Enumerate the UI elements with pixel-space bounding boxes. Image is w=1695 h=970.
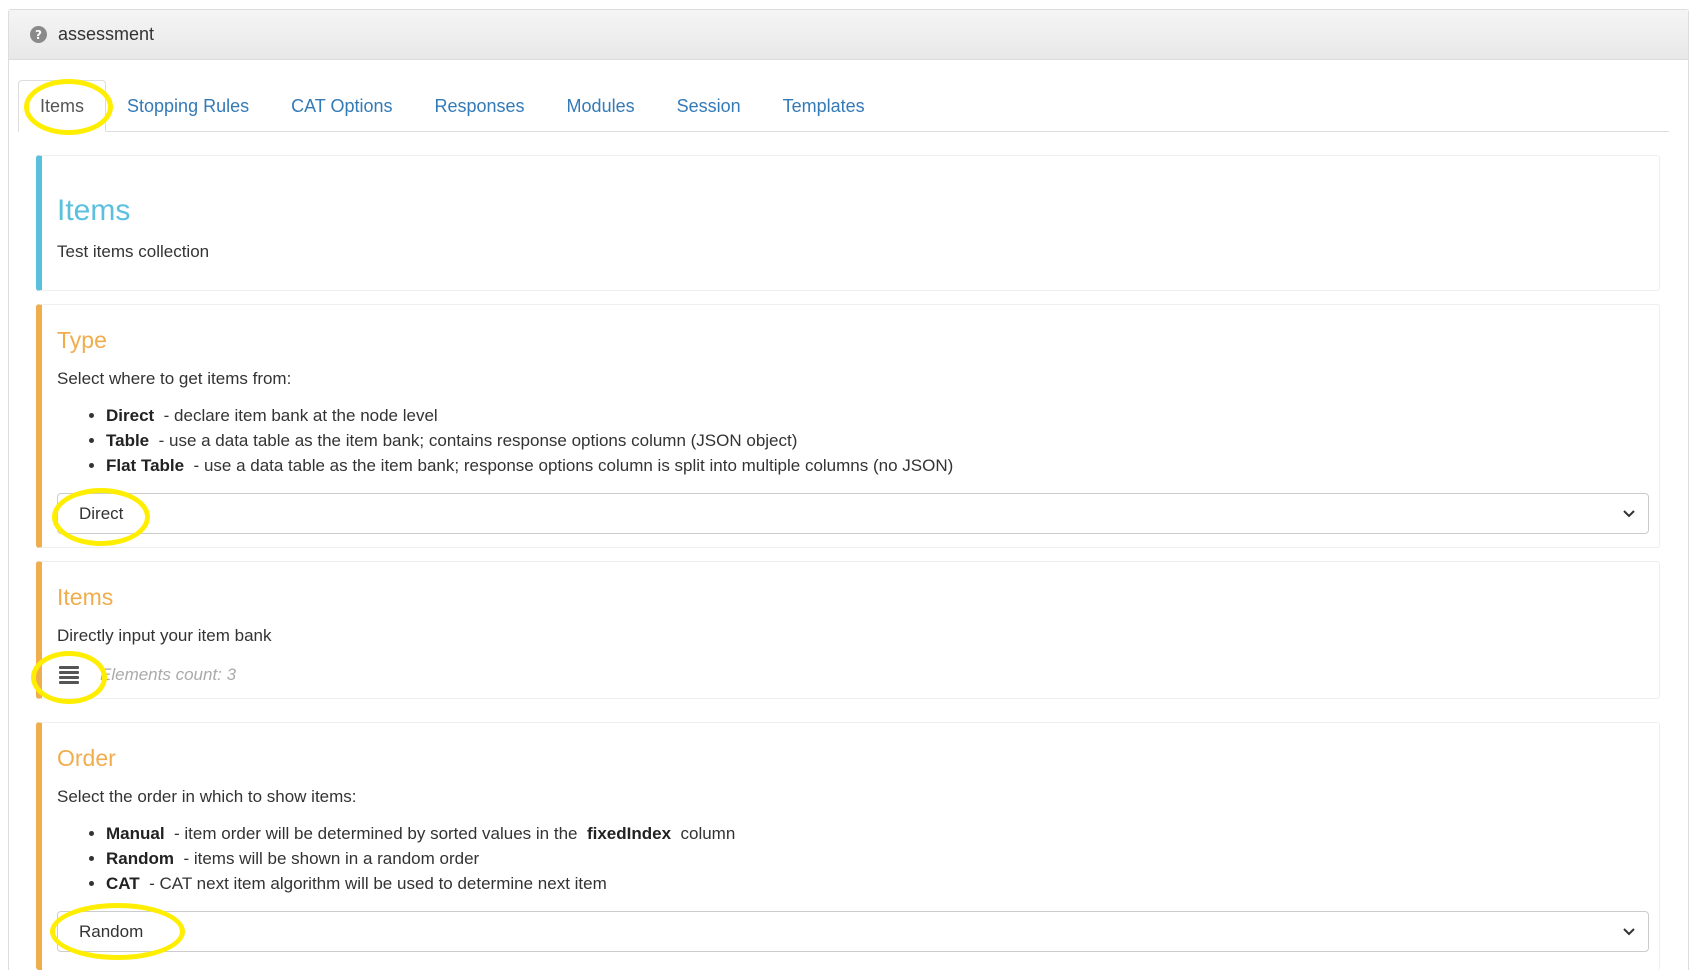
list-item: Flat Table - use a data table as the ite… bbox=[106, 453, 953, 478]
tab-modules[interactable]: Modules bbox=[546, 80, 656, 132]
order-description: Select the order in which to show items: bbox=[57, 787, 357, 806]
tab-stopping-rules[interactable]: Stopping Rules bbox=[106, 80, 270, 132]
option-name: Table bbox=[106, 431, 150, 450]
type-select-value: Direct bbox=[79, 503, 124, 523]
elements-count: Elements count: 3 bbox=[100, 665, 237, 684]
tab-session[interactable]: Session bbox=[656, 80, 762, 132]
type-card: Type Select where to get items from: Dir… bbox=[36, 304, 1660, 548]
option-name: Direct bbox=[106, 406, 155, 425]
order-select-value: Random bbox=[79, 921, 144, 941]
chevron-down-icon bbox=[1623, 510, 1635, 518]
chevron-down-icon bbox=[1623, 928, 1635, 936]
option-name: Random bbox=[106, 849, 174, 868]
list-item: CAT - CAT next item algorithm will be us… bbox=[106, 871, 735, 896]
intro-description: Test items collection bbox=[57, 242, 210, 261]
tab-templates[interactable]: Templates bbox=[762, 80, 886, 132]
panel-heading: ? assessment bbox=[9, 10, 1688, 60]
panel-title: assessment bbox=[58, 24, 155, 44]
type-description: Select where to get items from: bbox=[57, 369, 292, 388]
option-name: Manual bbox=[106, 824, 165, 843]
option-text: CAT next item algorithm will be used to … bbox=[159, 874, 607, 893]
order-title: Order bbox=[57, 745, 116, 771]
option-name: CAT bbox=[106, 874, 140, 893]
option-code: fixedIndex bbox=[586, 824, 672, 843]
type-select[interactable]: Direct bbox=[57, 493, 1649, 534]
tab-responses[interactable]: Responses bbox=[413, 80, 545, 132]
list-item: Random - items will be shown in a random… bbox=[106, 846, 735, 871]
order-select[interactable]: Random bbox=[57, 911, 1649, 952]
question-circle-icon[interactable]: ? bbox=[30, 26, 47, 43]
items-description: Directly input your item bank bbox=[57, 626, 272, 645]
intro-title: Items bbox=[57, 194, 131, 227]
option-text: items will be shown in a random order bbox=[193, 849, 480, 868]
items-card: Items Directly input your item bank Elem… bbox=[36, 561, 1660, 699]
option-text: declare item bank at the node level bbox=[174, 406, 438, 425]
tab-cat-options[interactable]: CAT Options bbox=[270, 80, 413, 132]
intro-card: Items Test items collection bbox=[36, 155, 1660, 291]
tab-bar: Items Stopping Rules CAT Options Respons… bbox=[18, 70, 1669, 132]
option-name: Flat Table bbox=[106, 456, 185, 475]
option-text: use a data table as the item bank; respo… bbox=[203, 456, 954, 475]
list-item: Manual - item order will be determined b… bbox=[106, 821, 735, 846]
order-card: Order Select the order in which to show … bbox=[36, 722, 1660, 970]
option-suffix: column bbox=[680, 824, 736, 843]
list-item: Direct - declare item bank at the node l… bbox=[106, 403, 953, 428]
list-icon[interactable] bbox=[59, 665, 79, 685]
tab-items[interactable]: Items bbox=[18, 80, 107, 132]
option-text: use a data table as the item bank; conta… bbox=[168, 431, 798, 450]
items-title: Items bbox=[57, 584, 114, 610]
type-options-list: Direct - declare item bank at the node l… bbox=[57, 403, 953, 478]
order-options-list: Manual - item order will be determined b… bbox=[57, 821, 735, 896]
option-text: item order will be determined by sorted … bbox=[184, 824, 578, 843]
list-item: Table - use a data table as the item ban… bbox=[106, 428, 953, 453]
type-title: Type bbox=[57, 327, 107, 353]
